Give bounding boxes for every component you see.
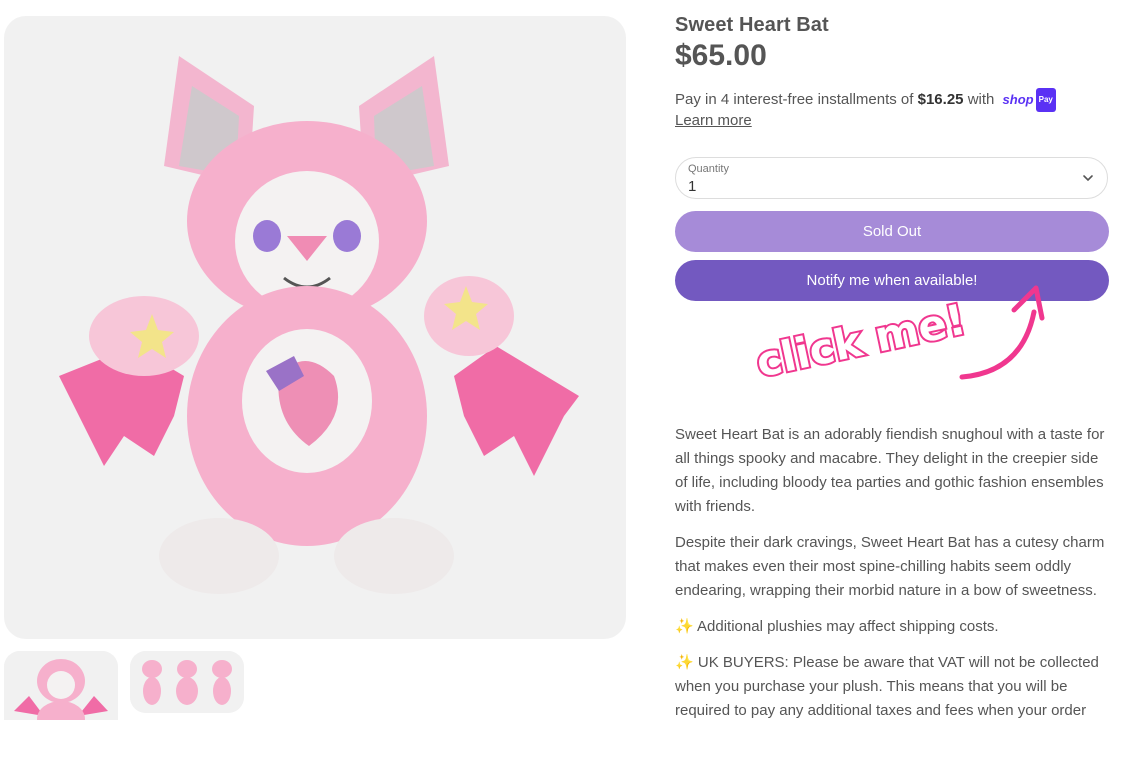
quantity-label: Quantity — [688, 163, 729, 175]
sparkles-icon: ✨ — [675, 654, 694, 671]
product-info: Sweet Heart Bat $65.00 Pay in 4 interest… — [675, 14, 1111, 130]
shipping-note: ✨ Additional plushies may affect shippin… — [675, 615, 1111, 639]
product-description: Sweet Heart Bat is an adorably fiendish … — [675, 423, 1111, 735]
bat-plush-image — [59, 56, 579, 594]
vat-note: ✨ UK BUYERS: Please be aware that VAT wi… — [675, 651, 1111, 723]
shop-pay-word: shop — [1002, 92, 1034, 107]
shop-pay-logo: shop Pay — [1003, 88, 1056, 112]
click-me-text: click me! — [752, 295, 970, 387]
gallery-crop — [0, 720, 640, 758]
quantity-value: 1 — [688, 178, 697, 195]
product-main-image[interactable] — [4, 16, 626, 639]
installments-text: Pay in 4 interest-free installments of $… — [675, 88, 1111, 112]
chevron-down-icon — [1083, 175, 1093, 182]
shop-pay-badge: Pay — [1035, 88, 1056, 112]
product-title: Sweet Heart Bat — [675, 14, 829, 36]
product-price: $65.00 — [675, 39, 767, 72]
thumbnail-bat-angles-image — [130, 651, 244, 713]
installments-prefix: Pay in 4 interest-free installments of — [675, 90, 914, 108]
description-paragraph-2: Despite their dark cravings, Sweet Heart… — [675, 534, 1105, 599]
arrow-head-icon — [1011, 285, 1045, 321]
thumbnail-1[interactable] — [4, 651, 118, 723]
quantity-select[interactable]: Quantity 1 — [675, 157, 1108, 199]
shipping-note-text: Additional plushies may affect shipping … — [697, 618, 999, 635]
learn-more-link[interactable]: Learn more — [675, 112, 752, 129]
thumbnail-2[interactable] — [130, 651, 244, 713]
installments-suffix: with — [967, 90, 995, 108]
arrow-curve-icon — [959, 309, 1037, 380]
click-me-annotation: click me! — [752, 285, 1045, 389]
thumbnail-bat-front-image — [4, 651, 118, 723]
sparkles-icon: ✨ — [675, 618, 694, 635]
vat-note-text: UK BUYERS: Please be aware that VAT will… — [675, 654, 1099, 719]
installment-amount: $16.25 — [917, 90, 964, 108]
sold-out-button[interactable]: Sold Out — [675, 211, 1109, 252]
description-paragraph-1: Sweet Heart Bat is an adorably fiendish … — [675, 426, 1105, 515]
